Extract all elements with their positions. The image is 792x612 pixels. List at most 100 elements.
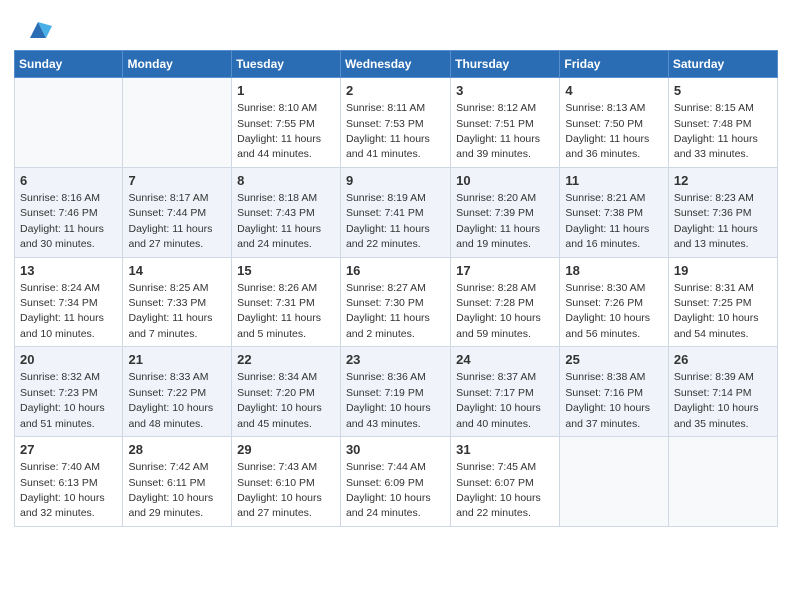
day-detail: Sunrise: 8:39 AM Sunset: 7:14 PM Dayligh… <box>674 371 759 429</box>
day-number: 31 <box>456 441 554 459</box>
day-number: 20 <box>20 351 117 369</box>
day-number: 28 <box>128 441 226 459</box>
day-number: 6 <box>20 172 117 190</box>
day-detail: Sunrise: 8:37 AM Sunset: 7:17 PM Dayligh… <box>456 371 541 429</box>
calendar-cell: 17 Sunrise: 8:28 AM Sunset: 7:28 PM Dayli… <box>451 257 560 347</box>
day-number: 19 <box>674 262 772 280</box>
calendar-cell: 29 Sunrise: 7:43 AM Sunset: 6:10 PM Dayli… <box>232 437 341 527</box>
day-detail: Sunrise: 8:31 AM Sunset: 7:25 PM Dayligh… <box>674 282 759 340</box>
day-number: 18 <box>565 262 662 280</box>
calendar-cell: 30 Sunrise: 7:44 AM Sunset: 6:09 PM Dayli… <box>340 437 450 527</box>
day-number: 22 <box>237 351 335 369</box>
page: SundayMondayTuesdayWednesdayThursdayFrid… <box>0 0 792 612</box>
calendar-cell: 5Sunrise: 8:15 AM Sunset: 7:48 PM Daylig… <box>668 78 777 168</box>
col-header-monday: Monday <box>123 51 232 78</box>
col-header-saturday: Saturday <box>668 51 777 78</box>
day-detail: Sunrise: 8:10 AM Sunset: 7:55 PM Dayligh… <box>237 102 321 160</box>
day-number: 30 <box>346 441 445 459</box>
day-detail: Sunrise: 7:45 AM Sunset: 6:07 PM Dayligh… <box>456 461 541 519</box>
calendar-table: SundayMondayTuesdayWednesdayThursdayFrid… <box>14 50 778 527</box>
day-detail: Sunrise: 8:21 AM Sunset: 7:38 PM Dayligh… <box>565 192 649 250</box>
week-row-2: 6 Sunrise: 8:16 AM Sunset: 7:46 PM Daylig… <box>15 167 778 257</box>
day-detail: Sunrise: 8:25 AM Sunset: 7:33 PM Dayligh… <box>128 282 212 340</box>
day-number: 10 <box>456 172 554 190</box>
day-number: 3 <box>456 82 554 100</box>
day-detail: Sunrise: 8:23 AM Sunset: 7:36 PM Dayligh… <box>674 192 758 250</box>
day-number: 9 <box>346 172 445 190</box>
day-number: 8 <box>237 172 335 190</box>
day-number: 12 <box>674 172 772 190</box>
day-number: 16 <box>346 262 445 280</box>
col-header-thursday: Thursday <box>451 51 560 78</box>
day-number: 26 <box>674 351 772 369</box>
calendar-cell <box>123 78 232 168</box>
day-detail: Sunrise: 8:13 AM Sunset: 7:50 PM Dayligh… <box>565 102 649 160</box>
day-detail: Sunrise: 7:43 AM Sunset: 6:10 PM Dayligh… <box>237 461 322 519</box>
col-header-tuesday: Tuesday <box>232 51 341 78</box>
calendar-cell: 6 Sunrise: 8:16 AM Sunset: 7:46 PM Daylig… <box>15 167 123 257</box>
day-number: 17 <box>456 262 554 280</box>
day-detail: Sunrise: 7:40 AM Sunset: 6:13 PM Dayligh… <box>20 461 105 519</box>
day-number: 21 <box>128 351 226 369</box>
calendar-cell: 16Sunrise: 8:27 AM Sunset: 7:30 PM Dayli… <box>340 257 450 347</box>
day-detail: Sunrise: 8:28 AM Sunset: 7:28 PM Dayligh… <box>456 282 541 340</box>
calendar-cell: 27 Sunrise: 7:40 AM Sunset: 6:13 PM Dayli… <box>15 437 123 527</box>
day-number: 15 <box>237 262 335 280</box>
day-detail: Sunrise: 8:17 AM Sunset: 7:44 PM Dayligh… <box>128 192 212 250</box>
day-detail: Sunrise: 8:20 AM Sunset: 7:39 PM Dayligh… <box>456 192 540 250</box>
day-number: 4 <box>565 82 662 100</box>
day-detail: Sunrise: 8:16 AM Sunset: 7:46 PM Dayligh… <box>20 192 104 250</box>
day-number: 13 <box>20 262 117 280</box>
day-number: 23 <box>346 351 445 369</box>
calendar-cell: 18 Sunrise: 8:30 AM Sunset: 7:26 PM Dayli… <box>560 257 668 347</box>
day-detail: Sunrise: 8:26 AM Sunset: 7:31 PM Dayligh… <box>237 282 321 340</box>
day-detail: Sunrise: 8:18 AM Sunset: 7:43 PM Dayligh… <box>237 192 321 250</box>
day-number: 1 <box>237 82 335 100</box>
calendar-cell: 3 Sunrise: 8:12 AM Sunset: 7:51 PM Daylig… <box>451 78 560 168</box>
calendar-cell: 22 Sunrise: 8:34 AM Sunset: 7:20 PM Dayli… <box>232 347 341 437</box>
day-number: 11 <box>565 172 662 190</box>
calendar-cell: 7 Sunrise: 8:17 AM Sunset: 7:44 PM Daylig… <box>123 167 232 257</box>
day-number: 14 <box>128 262 226 280</box>
calendar-cell: 12 Sunrise: 8:23 AM Sunset: 7:36 PM Dayli… <box>668 167 777 257</box>
day-number: 7 <box>128 172 226 190</box>
calendar-cell: 10 Sunrise: 8:20 AM Sunset: 7:39 PM Dayli… <box>451 167 560 257</box>
calendar-cell: 4 Sunrise: 8:13 AM Sunset: 7:50 PM Daylig… <box>560 78 668 168</box>
col-header-wednesday: Wednesday <box>340 51 450 78</box>
logo-icon <box>24 14 52 42</box>
day-detail: Sunrise: 8:32 AM Sunset: 7:23 PM Dayligh… <box>20 371 105 429</box>
calendar-cell: 11 Sunrise: 8:21 AM Sunset: 7:38 PM Dayli… <box>560 167 668 257</box>
day-detail: Sunrise: 8:34 AM Sunset: 7:20 PM Dayligh… <box>237 371 322 429</box>
calendar-cell: 14 Sunrise: 8:25 AM Sunset: 7:33 PM Dayli… <box>123 257 232 347</box>
calendar-cell: 21 Sunrise: 8:33 AM Sunset: 7:22 PM Dayli… <box>123 347 232 437</box>
logo <box>20 14 52 42</box>
day-number: 27 <box>20 441 117 459</box>
calendar-cell: 8 Sunrise: 8:18 AM Sunset: 7:43 PM Daylig… <box>232 167 341 257</box>
day-detail: Sunrise: 7:42 AM Sunset: 6:11 PM Dayligh… <box>128 461 213 519</box>
calendar-cell: 13 Sunrise: 8:24 AM Sunset: 7:34 PM Dayli… <box>15 257 123 347</box>
day-detail: Sunrise: 8:38 AM Sunset: 7:16 PM Dayligh… <box>565 371 650 429</box>
day-detail: Sunrise: 8:15 AM Sunset: 7:48 PM Dayligh… <box>674 102 758 160</box>
calendar-cell: 15 Sunrise: 8:26 AM Sunset: 7:31 PM Dayli… <box>232 257 341 347</box>
day-detail: Sunrise: 8:33 AM Sunset: 7:22 PM Dayligh… <box>128 371 213 429</box>
calendar-cell: 31 Sunrise: 7:45 AM Sunset: 6:07 PM Dayli… <box>451 437 560 527</box>
day-detail: Sunrise: 7:44 AM Sunset: 6:09 PM Dayligh… <box>346 461 431 519</box>
day-detail: Sunrise: 8:24 AM Sunset: 7:34 PM Dayligh… <box>20 282 104 340</box>
calendar-cell: 26 Sunrise: 8:39 AM Sunset: 7:14 PM Dayli… <box>668 347 777 437</box>
week-row-1: 1 Sunrise: 8:10 AM Sunset: 7:55 PM Daylig… <box>15 78 778 168</box>
calendar-cell: 23Sunrise: 8:36 AM Sunset: 7:19 PM Dayli… <box>340 347 450 437</box>
calendar-cell: 25 Sunrise: 8:38 AM Sunset: 7:16 PM Dayli… <box>560 347 668 437</box>
day-number: 24 <box>456 351 554 369</box>
week-row-5: 27 Sunrise: 7:40 AM Sunset: 6:13 PM Dayli… <box>15 437 778 527</box>
calendar-header-row: SundayMondayTuesdayWednesdayThursdayFrid… <box>15 51 778 78</box>
calendar-cell: 2Sunrise: 8:11 AM Sunset: 7:53 PM Daylig… <box>340 78 450 168</box>
week-row-4: 20 Sunrise: 8:32 AM Sunset: 7:23 PM Dayli… <box>15 347 778 437</box>
calendar-cell: 19 Sunrise: 8:31 AM Sunset: 7:25 PM Dayli… <box>668 257 777 347</box>
col-header-sunday: Sunday <box>15 51 123 78</box>
day-detail: Sunrise: 8:19 AM Sunset: 7:41 PM Dayligh… <box>346 192 430 250</box>
day-detail: Sunrise: 8:12 AM Sunset: 7:51 PM Dayligh… <box>456 102 540 160</box>
header <box>0 0 792 50</box>
day-detail: Sunrise: 8:30 AM Sunset: 7:26 PM Dayligh… <box>565 282 650 340</box>
day-number: 29 <box>237 441 335 459</box>
day-number: 25 <box>565 351 662 369</box>
